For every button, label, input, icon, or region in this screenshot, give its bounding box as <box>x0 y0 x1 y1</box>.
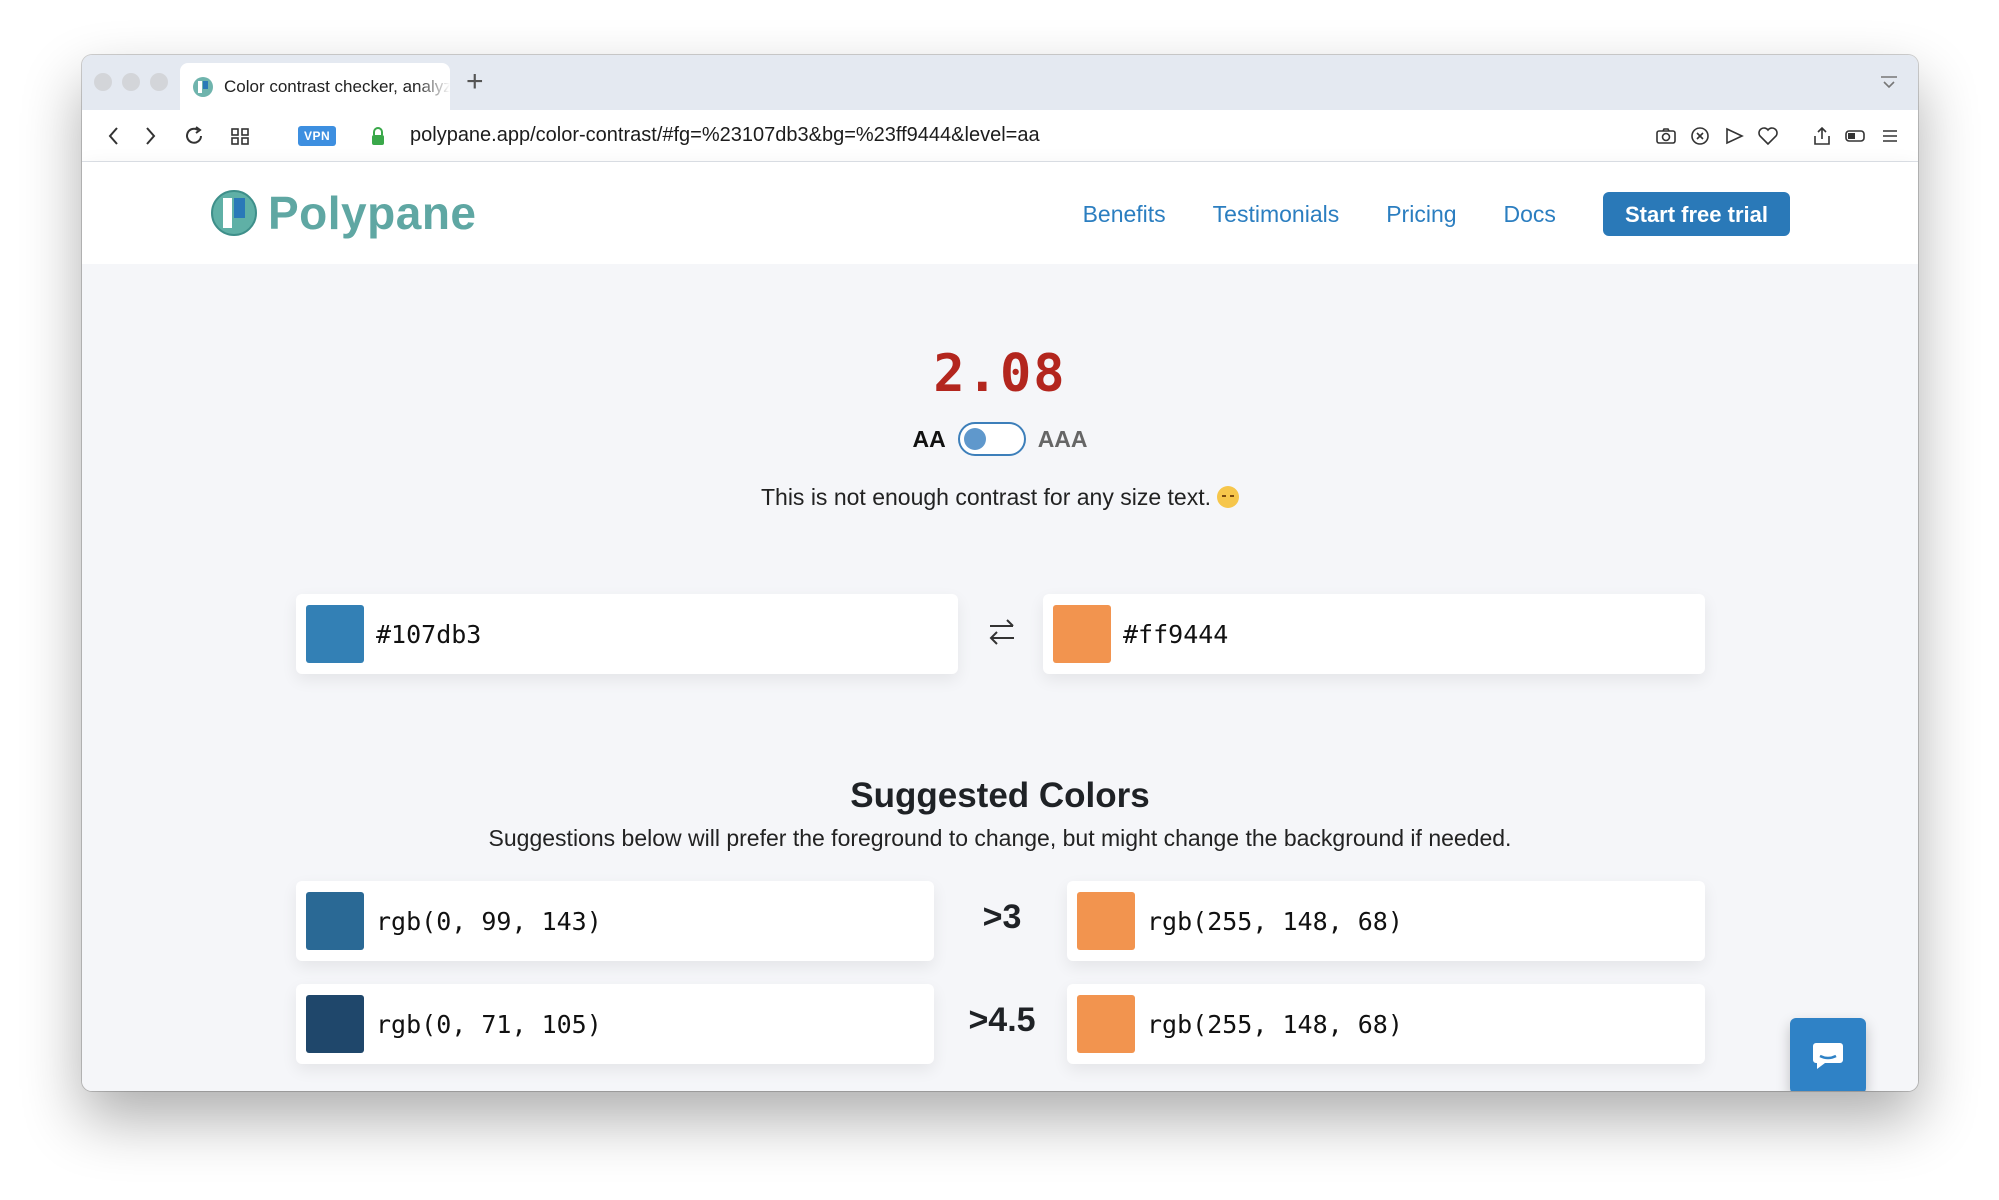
address-bar-url[interactable]: polypane.app/color-contrast/#fg=%23107db… <box>410 124 1040 147</box>
contrast-message-text: This is not enough contrast for any size… <box>760 484 1211 510</box>
zoom-window-button[interactable] <box>150 73 168 91</box>
menu-icon[interactable] <box>1878 122 1902 150</box>
suggestion-background-value: rgb(255, 148, 68) <box>1147 906 1403 936</box>
nav-link-pricing[interactable]: Pricing <box>1386 201 1456 228</box>
browser-window: Color contrast checker, analyzer + VPN p… <box>82 55 1918 1091</box>
share-icon[interactable] <box>1810 122 1834 150</box>
lock-icon[interactable] <box>364 122 392 150</box>
minimize-window-button[interactable] <box>122 73 140 91</box>
suggestion-foreground-card[interactable]: rgb(0, 99, 143) <box>296 881 934 961</box>
foreground-color-input[interactable]: #107db3 <box>296 594 958 674</box>
reload-icon[interactable] <box>180 122 208 150</box>
grid-icon[interactable] <box>226 122 254 150</box>
logo-text: Polypane <box>268 187 477 239</box>
level-switch: AA AAA <box>82 422 1918 456</box>
level-toggle[interactable] <box>957 422 1026 456</box>
heart-icon[interactable] <box>1756 122 1780 150</box>
background-swatch[interactable] <box>1053 605 1111 663</box>
suggestion-foreground-value: rgb(0, 71, 105) <box>376 1009 602 1039</box>
suggestion-foreground-card[interactable]: rgb(0, 71, 105) <box>296 984 934 1064</box>
suggestion-threshold: >4.5 <box>968 1001 1036 1039</box>
nav-link-docs[interactable]: Docs <box>1504 201 1556 228</box>
suggestion-background-value: rgb(255, 148, 68) <box>1147 1009 1403 1039</box>
camera-icon[interactable] <box>1654 122 1678 150</box>
toggle-knob <box>963 428 986 450</box>
polypane-logo[interactable]: Polypane <box>210 186 477 240</box>
level-aaa-label[interactable]: AAA <box>1038 426 1088 453</box>
background-value[interactable]: #ff9444 <box>1123 620 1228 649</box>
chat-bubble-icon <box>1813 1043 1843 1069</box>
suggestion-foreground-swatch <box>306 995 364 1053</box>
browser-toolbar: VPN polypane.app/color-contrast/#fg=%231… <box>82 110 1918 162</box>
chat-button[interactable] <box>1790 1018 1866 1091</box>
tab-menu-icon[interactable] <box>1878 71 1900 93</box>
main-nav: Benefits Testimonials Pricing Docs Start… <box>1083 192 1790 236</box>
nav-link-benefits[interactable]: Benefits <box>1083 201 1166 228</box>
suggestion-background-card[interactable]: rgb(255, 148, 68) <box>1067 984 1705 1064</box>
foreground-swatch[interactable] <box>306 605 364 663</box>
close-window-button[interactable] <box>94 73 112 91</box>
tab-title: Color contrast checker, analyzer <box>224 76 450 96</box>
start-free-trial-button[interactable]: Start free trial <box>1602 192 1790 236</box>
disappointed-face-icon <box>1217 486 1239 508</box>
suggestion-foreground-value: rgb(0, 99, 143) <box>376 906 602 936</box>
window-controls <box>94 73 168 91</box>
suggested-colors-description: Suggestions below will prefer the foregr… <box>488 825 1512 851</box>
tab-bar: Color contrast checker, analyzer + <box>82 55 1918 110</box>
foreground-value[interactable]: #107db3 <box>376 620 481 649</box>
forward-icon[interactable] <box>136 122 164 150</box>
contrast-checker: 2.08 AA AAA This is not enough contrast … <box>82 264 1918 1091</box>
new-tab-button[interactable]: + <box>466 65 484 99</box>
suggested-colors-title: Suggested Colors <box>850 776 1150 815</box>
polypane-logo-icon <box>211 190 257 236</box>
browser-tab[interactable]: Color contrast checker, analyzer <box>180 63 450 110</box>
battery-icon[interactable] <box>1844 122 1868 150</box>
block-icon[interactable] <box>1688 122 1712 150</box>
toolbar-actions <box>1654 122 1902 150</box>
background-color-input[interactable]: #ff9444 <box>1043 594 1705 674</box>
suggestion-threshold: >3 <box>982 898 1022 936</box>
site-header: Polypane Benefits Testimonials Pricing D… <box>82 162 1918 264</box>
nav-link-testimonials[interactable]: Testimonials <box>1213 201 1340 228</box>
suggestion-foreground-swatch <box>306 892 364 950</box>
vpn-badge[interactable]: VPN <box>298 126 337 146</box>
suggestion-background-swatch <box>1077 892 1135 950</box>
level-aa-label[interactable]: AA <box>912 426 945 453</box>
contrast-ratio: 2.08 <box>933 344 1067 404</box>
contrast-message: This is not enough contrast for any size… <box>82 484 1918 511</box>
polypane-favicon-icon <box>193 76 213 97</box>
swap-colors-icon[interactable] <box>986 614 1018 650</box>
suggestion-background-card[interactable]: rgb(255, 148, 68) <box>1067 881 1705 961</box>
send-icon[interactable] <box>1722 122 1746 150</box>
suggestion-background-swatch <box>1077 995 1135 1053</box>
back-icon[interactable] <box>100 122 128 150</box>
